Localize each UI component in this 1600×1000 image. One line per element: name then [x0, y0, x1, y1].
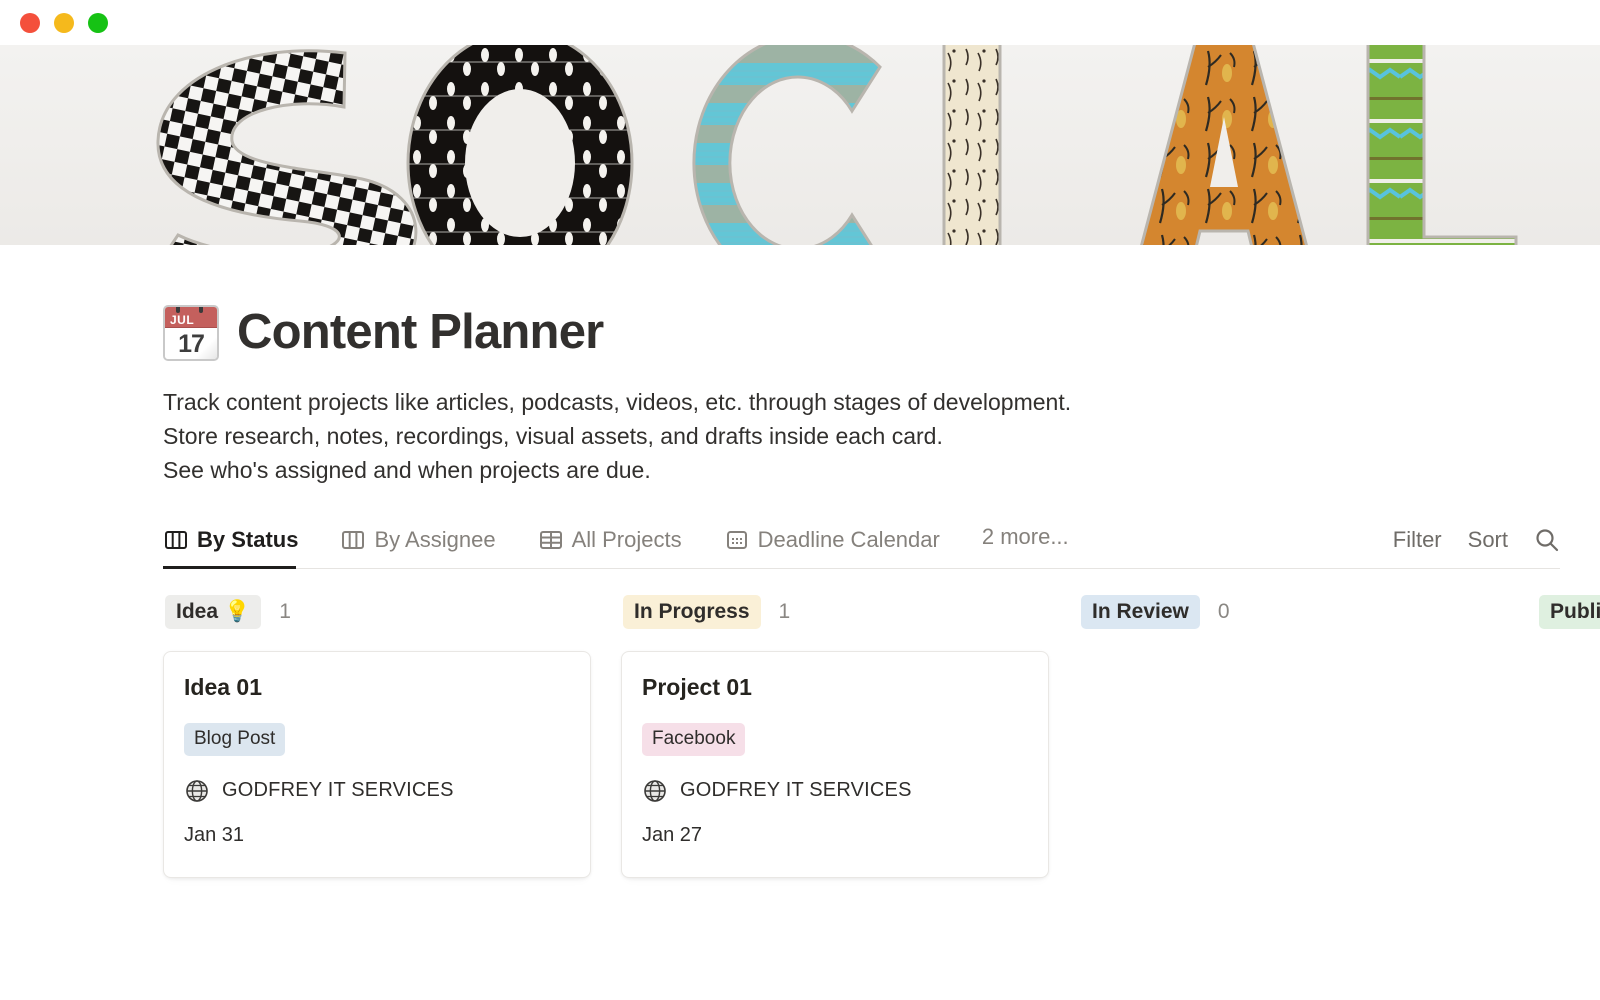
sort-button[interactable]: Sort [1468, 527, 1508, 553]
calendar-emoji-day: 17 [165, 328, 217, 359]
description-line-3: See who's assigned and when projects are… [163, 457, 651, 483]
status-badge[interactable]: Idea 💡 [165, 594, 262, 630]
calendar-emoji-month: JUL [170, 313, 195, 327]
page-header: JUL 17 Content Planner [163, 305, 1560, 361]
banner-letters-image [0, 45, 1600, 245]
card[interactable]: Idea 01 Blog Post GODFREY IT SERVICES Ja… [163, 651, 591, 878]
card-assignee: GODFREY IT SERVICES [184, 778, 570, 804]
bulb-icon: 💡 [224, 599, 251, 623]
column-header: In Review 0 [1079, 594, 1537, 630]
column-header: Idea 💡 1 [163, 594, 621, 630]
board-icon [165, 531, 187, 549]
search-icon[interactable] [1534, 527, 1560, 553]
board-toolbar: Filter Sort [1393, 527, 1560, 568]
status-badge[interactable]: In Review [1081, 594, 1200, 630]
filter-button[interactable]: Filter [1393, 527, 1442, 553]
tab-deadline-calendar[interactable]: Deadline Calendar [724, 521, 960, 568]
card-due-date: Jan 31 [184, 823, 245, 846]
view-tabbar: By Status By Assignee All Projects Deadl… [163, 521, 1560, 569]
kanban-column-in-review: In Review 0 [1079, 594, 1537, 630]
minimize-window-button[interactable] [54, 12, 74, 33]
tab-by-assignee[interactable]: By Assignee [340, 521, 515, 568]
page-title: Content Planner [237, 305, 604, 360]
calendar-emoji-icon: JUL 17 [163, 305, 219, 361]
close-window-button[interactable] [20, 12, 40, 33]
kanban-board: Idea 💡 1 Idea 01 Blog Post GODFREY IT SE… [163, 594, 1600, 878]
card-title: Project 01 [642, 674, 752, 700]
column-count: 0 [1217, 600, 1230, 623]
column-header: Published [1537, 594, 1600, 630]
tab-by-status[interactable]: By Status [163, 521, 318, 569]
card-due-date: Jan 27 [642, 823, 703, 846]
kanban-column-published: Published [1537, 594, 1600, 630]
tabs-overflow-button[interactable]: 2 more... [982, 524, 1069, 565]
view-tabs: By Status By Assignee All Projects Deadl… [163, 521, 1069, 569]
card-tag[interactable]: Facebook [642, 723, 746, 756]
kanban-column-idea: Idea 💡 1 Idea 01 Blog Post GODFREY IT SE… [163, 594, 621, 878]
description-line-1: Track content projects like articles, po… [163, 389, 1072, 415]
globe-icon [644, 779, 666, 802]
assignee-name: GODFREY IT SERVICES [680, 779, 912, 802]
assignee-name: GODFREY IT SERVICES [222, 779, 454, 802]
column-count: 1 [279, 600, 291, 623]
app-window: JUL 17 Content Planner Track content pro… [0, 0, 1600, 1000]
description-line-2: Store research, notes, recordings, visua… [163, 423, 943, 449]
status-badge[interactable]: In Progress [623, 594, 761, 630]
tab-all-projects[interactable]: All Projects [538, 521, 702, 568]
window-titlebar [0, 0, 1600, 45]
cover-banner [0, 45, 1600, 245]
page-description: Track content projects like articles, po… [163, 385, 1560, 487]
card-title: Idea 01 [184, 674, 262, 700]
traffic-lights [20, 12, 108, 33]
maximize-window-button[interactable] [88, 12, 108, 33]
status-badge[interactable]: Published [1539, 594, 1600, 630]
board-icon [342, 531, 365, 549]
tab-label: Deadline Calendar [757, 527, 940, 552]
globe-icon [186, 779, 208, 802]
status-label: Idea [176, 599, 219, 623]
column-header: In Progress 1 [621, 594, 1079, 630]
tab-label: All Projects [571, 527, 682, 552]
kanban-column-in-progress: In Progress 1 Project 01 Facebook GODFRE… [621, 594, 1079, 878]
tab-label: By Status [197, 527, 299, 552]
card-assignee: GODFREY IT SERVICES [642, 778, 1028, 804]
card-tag[interactable]: Blog Post [184, 723, 286, 756]
page-body: JUL 17 Content Planner Track content pro… [0, 305, 1600, 878]
column-count: 1 [778, 600, 791, 623]
calendar-icon [726, 531, 747, 549]
tab-label: By Assignee [374, 527, 496, 552]
table-icon [539, 531, 562, 549]
card[interactable]: Project 01 Facebook GODFREY IT SERVICES [621, 651, 1049, 878]
